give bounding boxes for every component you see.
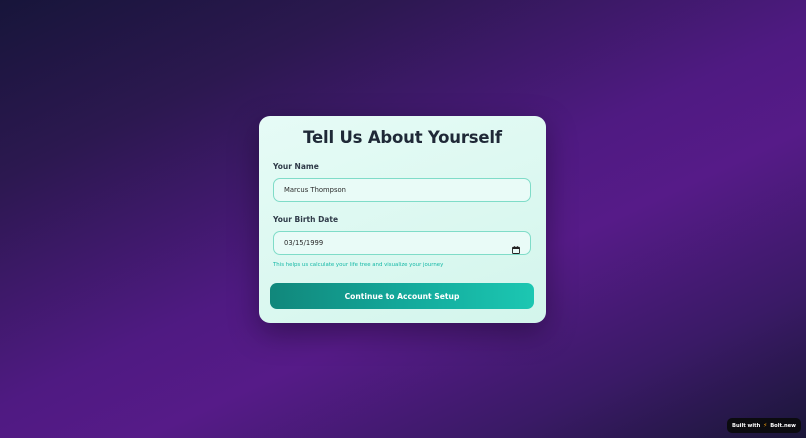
badge-brand-text: Bolt.new <box>770 422 796 429</box>
profile-card: Tell Us About Yourself Your Name Your Bi… <box>259 116 546 323</box>
calendar-icon[interactable] <box>512 239 520 254</box>
birth-date-label: Your Birth Date <box>273 215 339 224</box>
built-with-bolt-badge[interactable]: Built with ⚡ Bolt.new <box>727 418 801 433</box>
birth-date-input[interactable] <box>284 239 512 247</box>
name-label: Your Name <box>273 162 319 171</box>
continue-button[interactable]: Continue to Account Setup <box>270 283 534 309</box>
name-field[interactable] <box>273 178 531 202</box>
name-input[interactable] <box>284 186 520 194</box>
bolt-icon: ⚡ <box>763 422 768 429</box>
birth-date-hint: This helps us calculate your life tree a… <box>273 262 444 268</box>
page-title: Tell Us About Yourself <box>303 128 502 147</box>
birth-date-field[interactable] <box>273 231 531 255</box>
badge-built-with-text: Built with <box>732 422 761 429</box>
